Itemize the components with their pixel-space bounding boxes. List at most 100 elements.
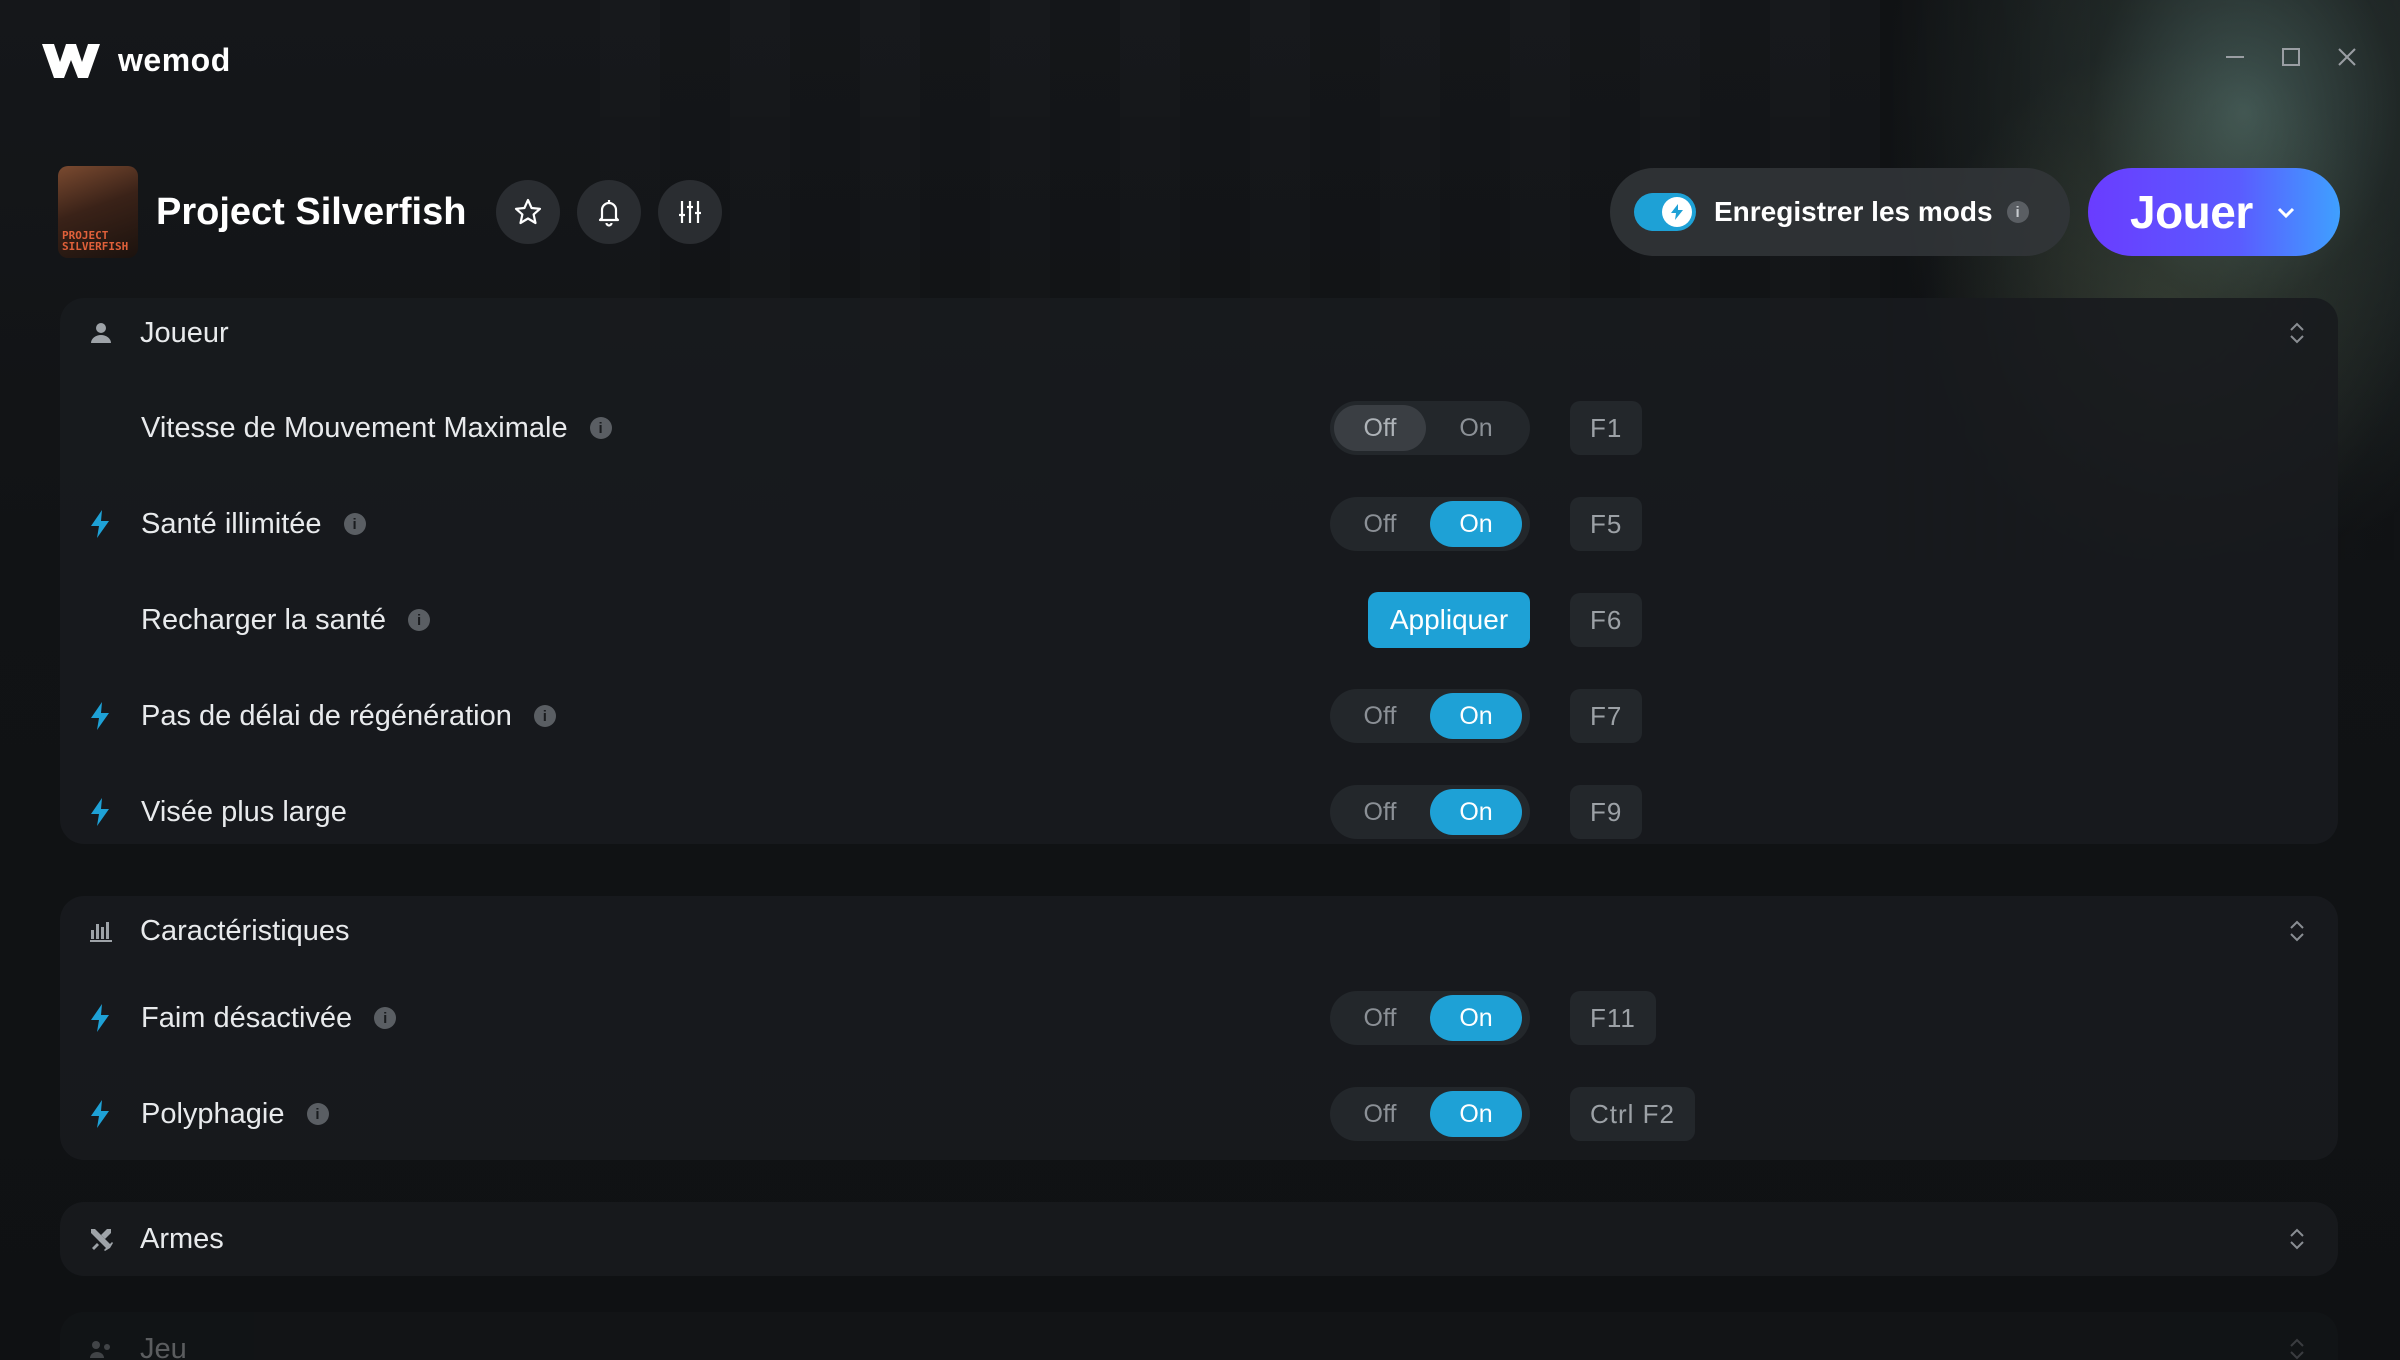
close-button[interactable]: [2334, 44, 2360, 70]
section-header[interactable]: Caractéristiques: [60, 896, 2338, 966]
section-header[interactable]: Joueur: [60, 298, 2338, 368]
game-header: PROJECT SILVERFISH Project Silverfish: [58, 164, 723, 260]
toggle-on[interactable]: On: [1430, 405, 1522, 451]
toggle-on[interactable]: On: [1430, 995, 1522, 1041]
maximize-button[interactable]: [2278, 44, 2304, 70]
title-bar: wemod: [0, 0, 2400, 120]
toggle-off[interactable]: Off: [1334, 405, 1426, 451]
mod-row: Pas de délai de régénération i Off On F7: [60, 684, 2338, 748]
bar-chart-icon: [86, 916, 116, 946]
hotkey-badge[interactable]: F1: [1570, 401, 1643, 455]
save-mods-control[interactable]: Enregistrer les mods i: [1610, 168, 2070, 256]
mod-label-text: Pas de délai de régénération: [141, 699, 512, 732]
section-title: Caractéristiques: [140, 914, 350, 947]
mod-row: Faim désactivée i Off On F11: [60, 986, 2338, 1050]
game-thumbnail: PROJECT SILVERFISH: [58, 166, 138, 258]
wemod-logo-icon: [42, 44, 100, 78]
mod-label: Vitesse de Mouvement Maximale i: [141, 412, 612, 445]
minimize-icon: [2226, 56, 2244, 58]
bolt-icon: [1671, 204, 1683, 220]
info-icon[interactable]: i: [589, 417, 612, 439]
favorite-button[interactable]: [496, 180, 561, 244]
bolt-icon: [88, 701, 114, 731]
hotkey-badge[interactable]: F11: [1570, 991, 1656, 1045]
crossed-swords-icon: [86, 1224, 116, 1254]
toggle-on[interactable]: On: [1430, 1091, 1522, 1137]
section-joueur: Joueur Vitesse de Mouvement Maximale i Of…: [60, 298, 2338, 844]
hotkey-badge[interactable]: F7: [1570, 689, 1643, 743]
toggle-knob: [1662, 197, 1692, 227]
app-logo[interactable]: wemod: [40, 38, 231, 82]
mod-toggle[interactable]: Off On: [1330, 785, 1530, 839]
hotkey-badge[interactable]: Ctrl F2: [1570, 1087, 1695, 1141]
mod-label-text: Visée plus large: [141, 795, 347, 828]
mod-toggle[interactable]: Off On: [1330, 1087, 1530, 1141]
section-title: Armes: [140, 1222, 224, 1255]
toggle-off[interactable]: Off: [1334, 1091, 1426, 1137]
info-icon[interactable]: i: [374, 1007, 397, 1029]
hotkey-badge[interactable]: F5: [1570, 497, 1643, 551]
info-icon[interactable]: i: [533, 705, 556, 727]
section-caracteristiques: Caractéristiques Faim désactivée i Off On…: [60, 896, 2338, 1160]
app-name: wemod: [118, 41, 231, 78]
settings-button[interactable]: [658, 180, 723, 244]
expand-icon[interactable]: [2286, 1336, 2308, 1360]
expand-icon[interactable]: [2286, 1226, 2308, 1252]
section-header[interactable]: Jeu: [60, 1312, 2338, 1360]
toggle-on[interactable]: On: [1430, 789, 1522, 835]
game-thumbnail-text: PROJECT SILVERFISH: [62, 229, 129, 253]
mod-row: Recharger la santé i Appliquer F6: [60, 588, 2338, 652]
bolt-icon: [88, 797, 114, 827]
mod-row: Vitesse de Mouvement Maximale i Off On F1: [60, 396, 2338, 460]
section-title: Joueur: [140, 316, 229, 349]
game-actions: [496, 180, 723, 244]
hotkey-badge[interactable]: F9: [1570, 785, 1643, 839]
chevron-down-icon[interactable]: [2275, 201, 2297, 223]
toggle-on[interactable]: On: [1430, 501, 1522, 547]
sliders-icon: [679, 201, 702, 223]
collapse-icon[interactable]: [2286, 320, 2308, 346]
star-icon: [515, 198, 542, 225]
minimize-button[interactable]: [2222, 44, 2248, 70]
toggle-on[interactable]: On: [1430, 693, 1522, 739]
section-armes[interactable]: Armes: [60, 1202, 2338, 1276]
info-icon[interactable]: i: [306, 1103, 329, 1125]
toggle-off[interactable]: Off: [1334, 995, 1426, 1041]
person-icon: [86, 318, 116, 348]
mod-label-text: Santé illimitée: [141, 507, 322, 540]
notifications-button[interactable]: [577, 180, 642, 244]
info-icon[interactable]: i: [408, 609, 431, 631]
toggle-off[interactable]: Off: [1334, 789, 1426, 835]
mod-label-text: Vitesse de Mouvement Maximale: [141, 411, 568, 444]
toggle-off[interactable]: Off: [1334, 501, 1426, 547]
bell-icon: [599, 200, 620, 227]
hotkey-badge[interactable]: F6: [1570, 593, 1643, 647]
mod-row: Visée plus large Off On F9: [60, 780, 2338, 844]
mod-label: Recharger la santé i: [141, 603, 431, 637]
play-button-label: Jouer: [2130, 186, 2253, 238]
save-mods-label: Enregistrer les mods: [1714, 196, 1993, 227]
info-icon[interactable]: i: [343, 513, 366, 535]
collapse-icon[interactable]: [2286, 918, 2308, 944]
close-icon: [2338, 48, 2356, 66]
mod-toggle[interactable]: Off On: [1330, 497, 1530, 551]
apply-button[interactable]: Appliquer: [1368, 592, 1530, 648]
bolt-icon: [88, 509, 114, 539]
bolt-icon: [88, 1099, 114, 1129]
toggle-off[interactable]: Off: [1334, 693, 1426, 739]
mod-toggle[interactable]: Off On: [1330, 689, 1530, 743]
section-header[interactable]: Armes: [60, 1202, 2338, 1276]
save-mods-toggle[interactable]: [1634, 193, 1696, 231]
mod-label-text: Polyphagie: [141, 1097, 285, 1130]
mod-label: Polyphagie i: [141, 1098, 329, 1131]
mod-label-text: Recharger la santé: [141, 603, 387, 636]
bolt-icon: [88, 1003, 114, 1033]
mod-row: Santé illimitée i Off On F5: [60, 492, 2338, 556]
section-jeu[interactable]: Jeu: [60, 1312, 2338, 1360]
game-title: Project Silverfish: [156, 190, 467, 233]
mod-row: Polyphagie i Off On Ctrl F2: [60, 1082, 2338, 1146]
info-icon[interactable]: i: [2006, 201, 2029, 223]
mod-toggle[interactable]: Off On: [1330, 991, 1530, 1045]
mod-toggle[interactable]: Off On: [1330, 401, 1530, 455]
play-button[interactable]: Jouer: [2088, 168, 2340, 256]
